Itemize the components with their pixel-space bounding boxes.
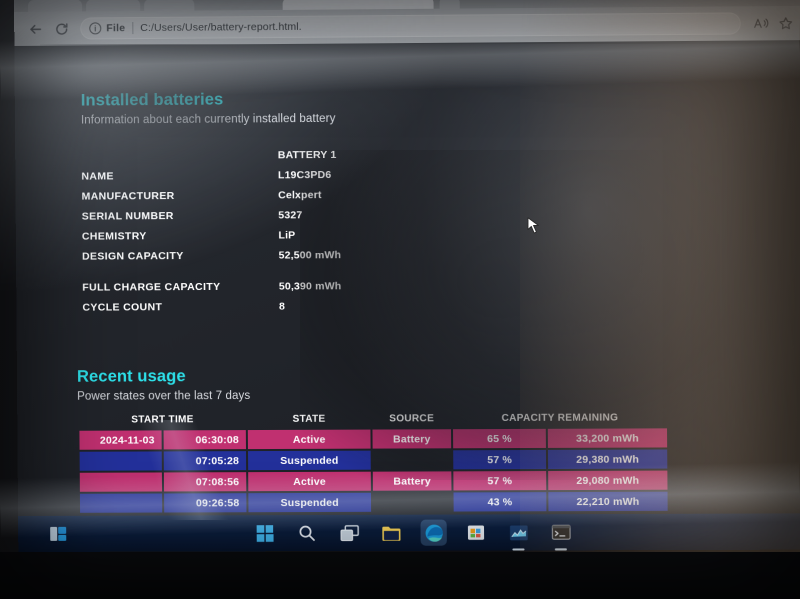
security-label: File (106, 22, 126, 35)
recent-usage-table: START TIME STATE SOURCE CAPACITY REMAINI… (77, 408, 669, 515)
table-row: 09:26:58 Suspended 43 % 22,210 mWh (79, 491, 668, 513)
table-row: MANUFACTURER Celxpert (82, 185, 341, 207)
store-button[interactable] (463, 519, 489, 545)
column-header-start-time: START TIME (131, 414, 194, 426)
row-value: Celxpert (278, 189, 322, 202)
read-aloud-icon[interactable] (749, 11, 774, 35)
cell-mwh: 22,210 mWh (548, 491, 668, 512)
cell-time: 06:30:08 (163, 430, 246, 450)
row-label: NAME (81, 170, 114, 183)
row-label: CHEMISTRY (81, 230, 147, 243)
row-label: MANUFACTURER (81, 190, 175, 203)
table-row: BATTERY 1 (81, 145, 340, 167)
windows-taskbar (18, 513, 800, 553)
taskbar-items (18, 513, 800, 552)
cell-percent: 65 % (453, 428, 546, 449)
address-bar[interactable]: i File C:/Users/User/battery-report.html… (80, 12, 741, 40)
row-value: LiP (278, 229, 296, 242)
cell-time: 07:08:56 (163, 472, 247, 492)
cell-date (79, 493, 163, 513)
cell-source: Battery (372, 471, 452, 491)
table-row: CYCLE COUNT 8 (82, 296, 341, 317)
tab-item[interactable] (86, 0, 141, 12)
row-label: FULL CHARGE CAPACITY (82, 280, 221, 294)
cell-percent: 57 % (453, 471, 547, 491)
tab-item[interactable] (28, 0, 83, 12)
row-label: SERIAL NUMBER (81, 210, 174, 223)
row-label: DESIGN CAPACITY (82, 250, 184, 263)
browser-toolbar: i File C:/Users/User/battery-report.html… (14, 5, 800, 46)
cell-mwh: 29,380 mWh (547, 449, 668, 470)
cell-mwh: 33,200 mWh (547, 428, 668, 448)
installed-batteries-subheading: Information about each currently install… (80, 112, 336, 127)
cell-time: 09:26:58 (164, 493, 247, 513)
cell-mwh: 29,080 mWh (548, 470, 668, 491)
row-value: 50,390 mWh (278, 280, 342, 293)
cell-source: Battery (372, 429, 452, 449)
battery-report-page: Installed batteries Information about ea… (14, 40, 800, 517)
address-bar-url: C:/Users/User/battery-report.html. (140, 20, 302, 35)
row-value: 52,500 mWh (278, 249, 342, 262)
star-icon[interactable] (773, 11, 798, 35)
installed-batteries-heading: Installed batteries (80, 90, 224, 110)
cell-source (373, 450, 452, 469)
back-arrow-icon[interactable] (22, 16, 48, 42)
laptop-screen-photo: i File C:/Users/User/battery-report.html… (0, 0, 800, 599)
cell-state: Suspended (248, 492, 372, 513)
cell-state: Suspended (248, 450, 371, 471)
omnibox-divider (132, 22, 134, 35)
column-header-state: STATE (292, 413, 326, 425)
file-explorer-button[interactable] (378, 520, 404, 546)
search-button[interactable] (294, 520, 320, 546)
table-row: DESIGN CAPACITY 52,500 mWh (82, 245, 341, 266)
running-indicator (554, 547, 567, 551)
cell-state: Active (248, 471, 371, 492)
start-button[interactable] (252, 520, 278, 546)
recent-usage-heading: Recent usage (76, 367, 186, 386)
table-row: SERIAL NUMBER 5327 (82, 205, 341, 227)
table-row: 07:08:56 Active Battery 57 % 29,080 mWh (79, 470, 668, 492)
battery-column-header: BATTERY 1 (277, 148, 337, 162)
tab-item[interactable] (144, 0, 195, 11)
cell-date: 2024-11-03 (79, 430, 162, 450)
info-circle-icon[interactable]: i (89, 22, 102, 35)
column-header-source: SOURCE (389, 413, 435, 425)
table-row: 07:05:28 Suspended 57 % 29,380 mWh (79, 449, 668, 471)
task-view-button[interactable] (336, 520, 362, 546)
table-row: NAME L19C3PD6 (81, 165, 340, 187)
recent-usage-subheading: Power states over the last 7 days (77, 389, 251, 403)
spacer-cell (81, 145, 278, 166)
cell-time: 07:05:28 (163, 451, 247, 471)
battery-info-table: BATTERY 1 NAME L19C3PD6 MANUFACTURER Cel… (81, 145, 341, 318)
row-value: L19C3PD6 (277, 168, 332, 182)
cell-state: Active (247, 429, 371, 450)
cell-percent: 57 % (453, 449, 547, 470)
cell-date (79, 472, 163, 492)
table-row: FULL CHARGE CAPACITY 50,390 mWh (82, 276, 341, 297)
task-manager-button[interactable] (505, 519, 531, 551)
reload-icon[interactable] (48, 16, 74, 42)
cell-source (373, 492, 452, 511)
terminal-button[interactable] (548, 519, 574, 551)
edge-button[interactable] (420, 519, 447, 546)
cell-date (79, 451, 162, 471)
row-label: CYCLE COUNT (82, 301, 163, 314)
new-tab-button[interactable] (439, 0, 460, 9)
running-indicator (512, 547, 525, 551)
cell-percent: 43 % (453, 492, 547, 512)
column-header-capacity-remaining: CAPACITY REMAINING (501, 412, 619, 424)
row-value: 8 (278, 300, 286, 313)
table-row: 2024-11-03 06:30:08 Active Battery 65 % … (79, 428, 668, 450)
table-header-row: START TIME STATE SOURCE CAPACITY REMAINI… (79, 410, 667, 429)
screen-surface: i File C:/Users/User/battery-report.html… (14, 0, 800, 553)
row-value: 5327 (278, 209, 303, 222)
table-row: CHEMISTRY LiP (82, 225, 341, 247)
